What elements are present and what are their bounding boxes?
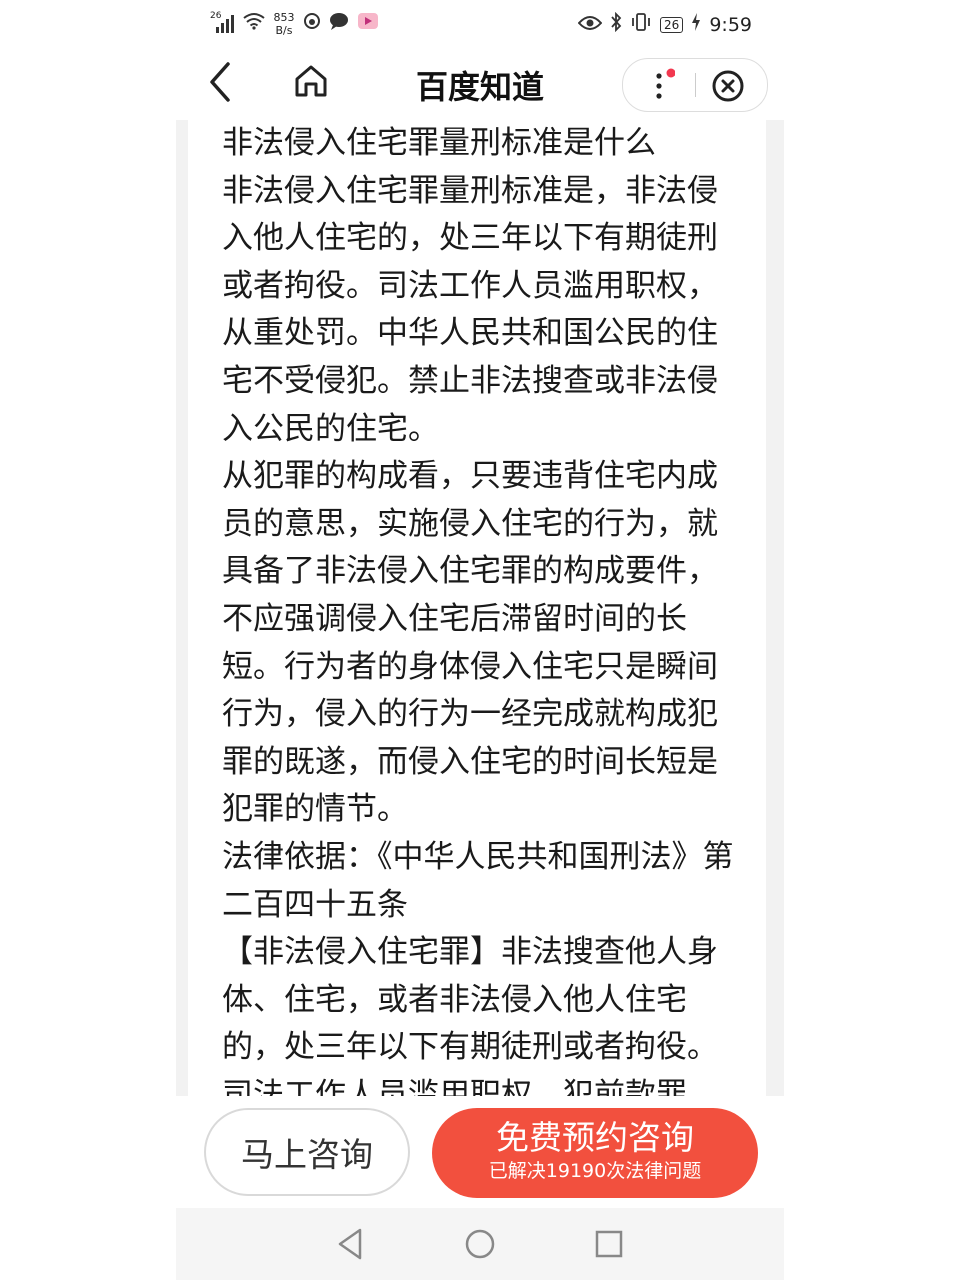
nav-back-icon[interactable] [336,1226,366,1266]
bluetooth-icon [610,11,622,37]
status-left: 26 853 B/s [210,10,380,37]
vibrate-icon [630,12,652,37]
capsule-divider [695,73,696,97]
phone-screen: 26 853 B/s 26 9:59 百度知道 非法侵入住宅罪量刑标准是什么 非… [176,0,784,1280]
eye-icon [577,14,603,36]
status-right: 26 9:59 [577,11,752,37]
nav-home-icon[interactable] [464,1226,496,1266]
battery-indicator: 26 [660,16,684,33]
signal-icon: 26 [210,11,236,33]
chat-icon [328,11,350,36]
video-app-icon [356,10,380,37]
nav-recents-icon[interactable] [594,1226,624,1266]
question-title: 非法侵入住宅罪量刑标准是什么 [222,125,656,161]
weibo-icon [302,11,322,36]
mini-program-capsule [622,58,768,112]
clock: 9:59 [709,13,752,36]
free-booking-label: 免费预约咨询 [496,1118,694,1157]
more-menu-icon[interactable] [645,67,676,103]
consult-now-button[interactable]: 马上咨询 [204,1108,410,1196]
answer-card: 非法侵入住宅罪量刑标准是什么 非法侵入住宅罪量刑标准是，非法侵入他人住宅的，处三… [188,120,766,1096]
legal-basis: 法律依据：《中华人民共和国刑法》第二百四十五条 [222,838,734,923]
close-icon[interactable] [711,69,745,107]
law-article: 【非法侵入住宅罪】非法搜查他人身体、住宅，或者非法侵入他人住宅的，处三年以下有期… [222,934,718,1096]
nav-bar: 百度知道 [176,52,784,116]
charging-icon [691,13,701,36]
bottom-action-bar: 马上咨询 免费预约咨询 已解决19190次法律问题 [176,1096,784,1208]
status-bar: 26 853 B/s 26 9:59 [176,0,784,50]
system-nav-bar [176,1208,784,1280]
answer-paragraph: 从犯罪的构成看，只要违背住宅内成员的意思，实施侵入住宅的行为，就具备了非法侵入住… [222,458,718,828]
signal-label: 26 [210,10,222,21]
network-speed: 853 B/s [273,10,295,37]
answer-text: 非法侵入住宅罪量刑标准是什么 非法侵入住宅罪量刑标准是，非法侵入他人住宅的，处三… [222,120,744,1096]
answer-paragraph: 非法侵入住宅罪量刑标准是，非法侵入他人住宅的，处三年以下有期徒刑或者拘役。司法工… [222,172,718,447]
solved-count-label: 已解决19190次法律问题 [488,1160,702,1182]
free-booking-button[interactable]: 免费预约咨询 已解决19190次法律问题 [432,1108,758,1198]
wifi-icon [242,12,266,35]
